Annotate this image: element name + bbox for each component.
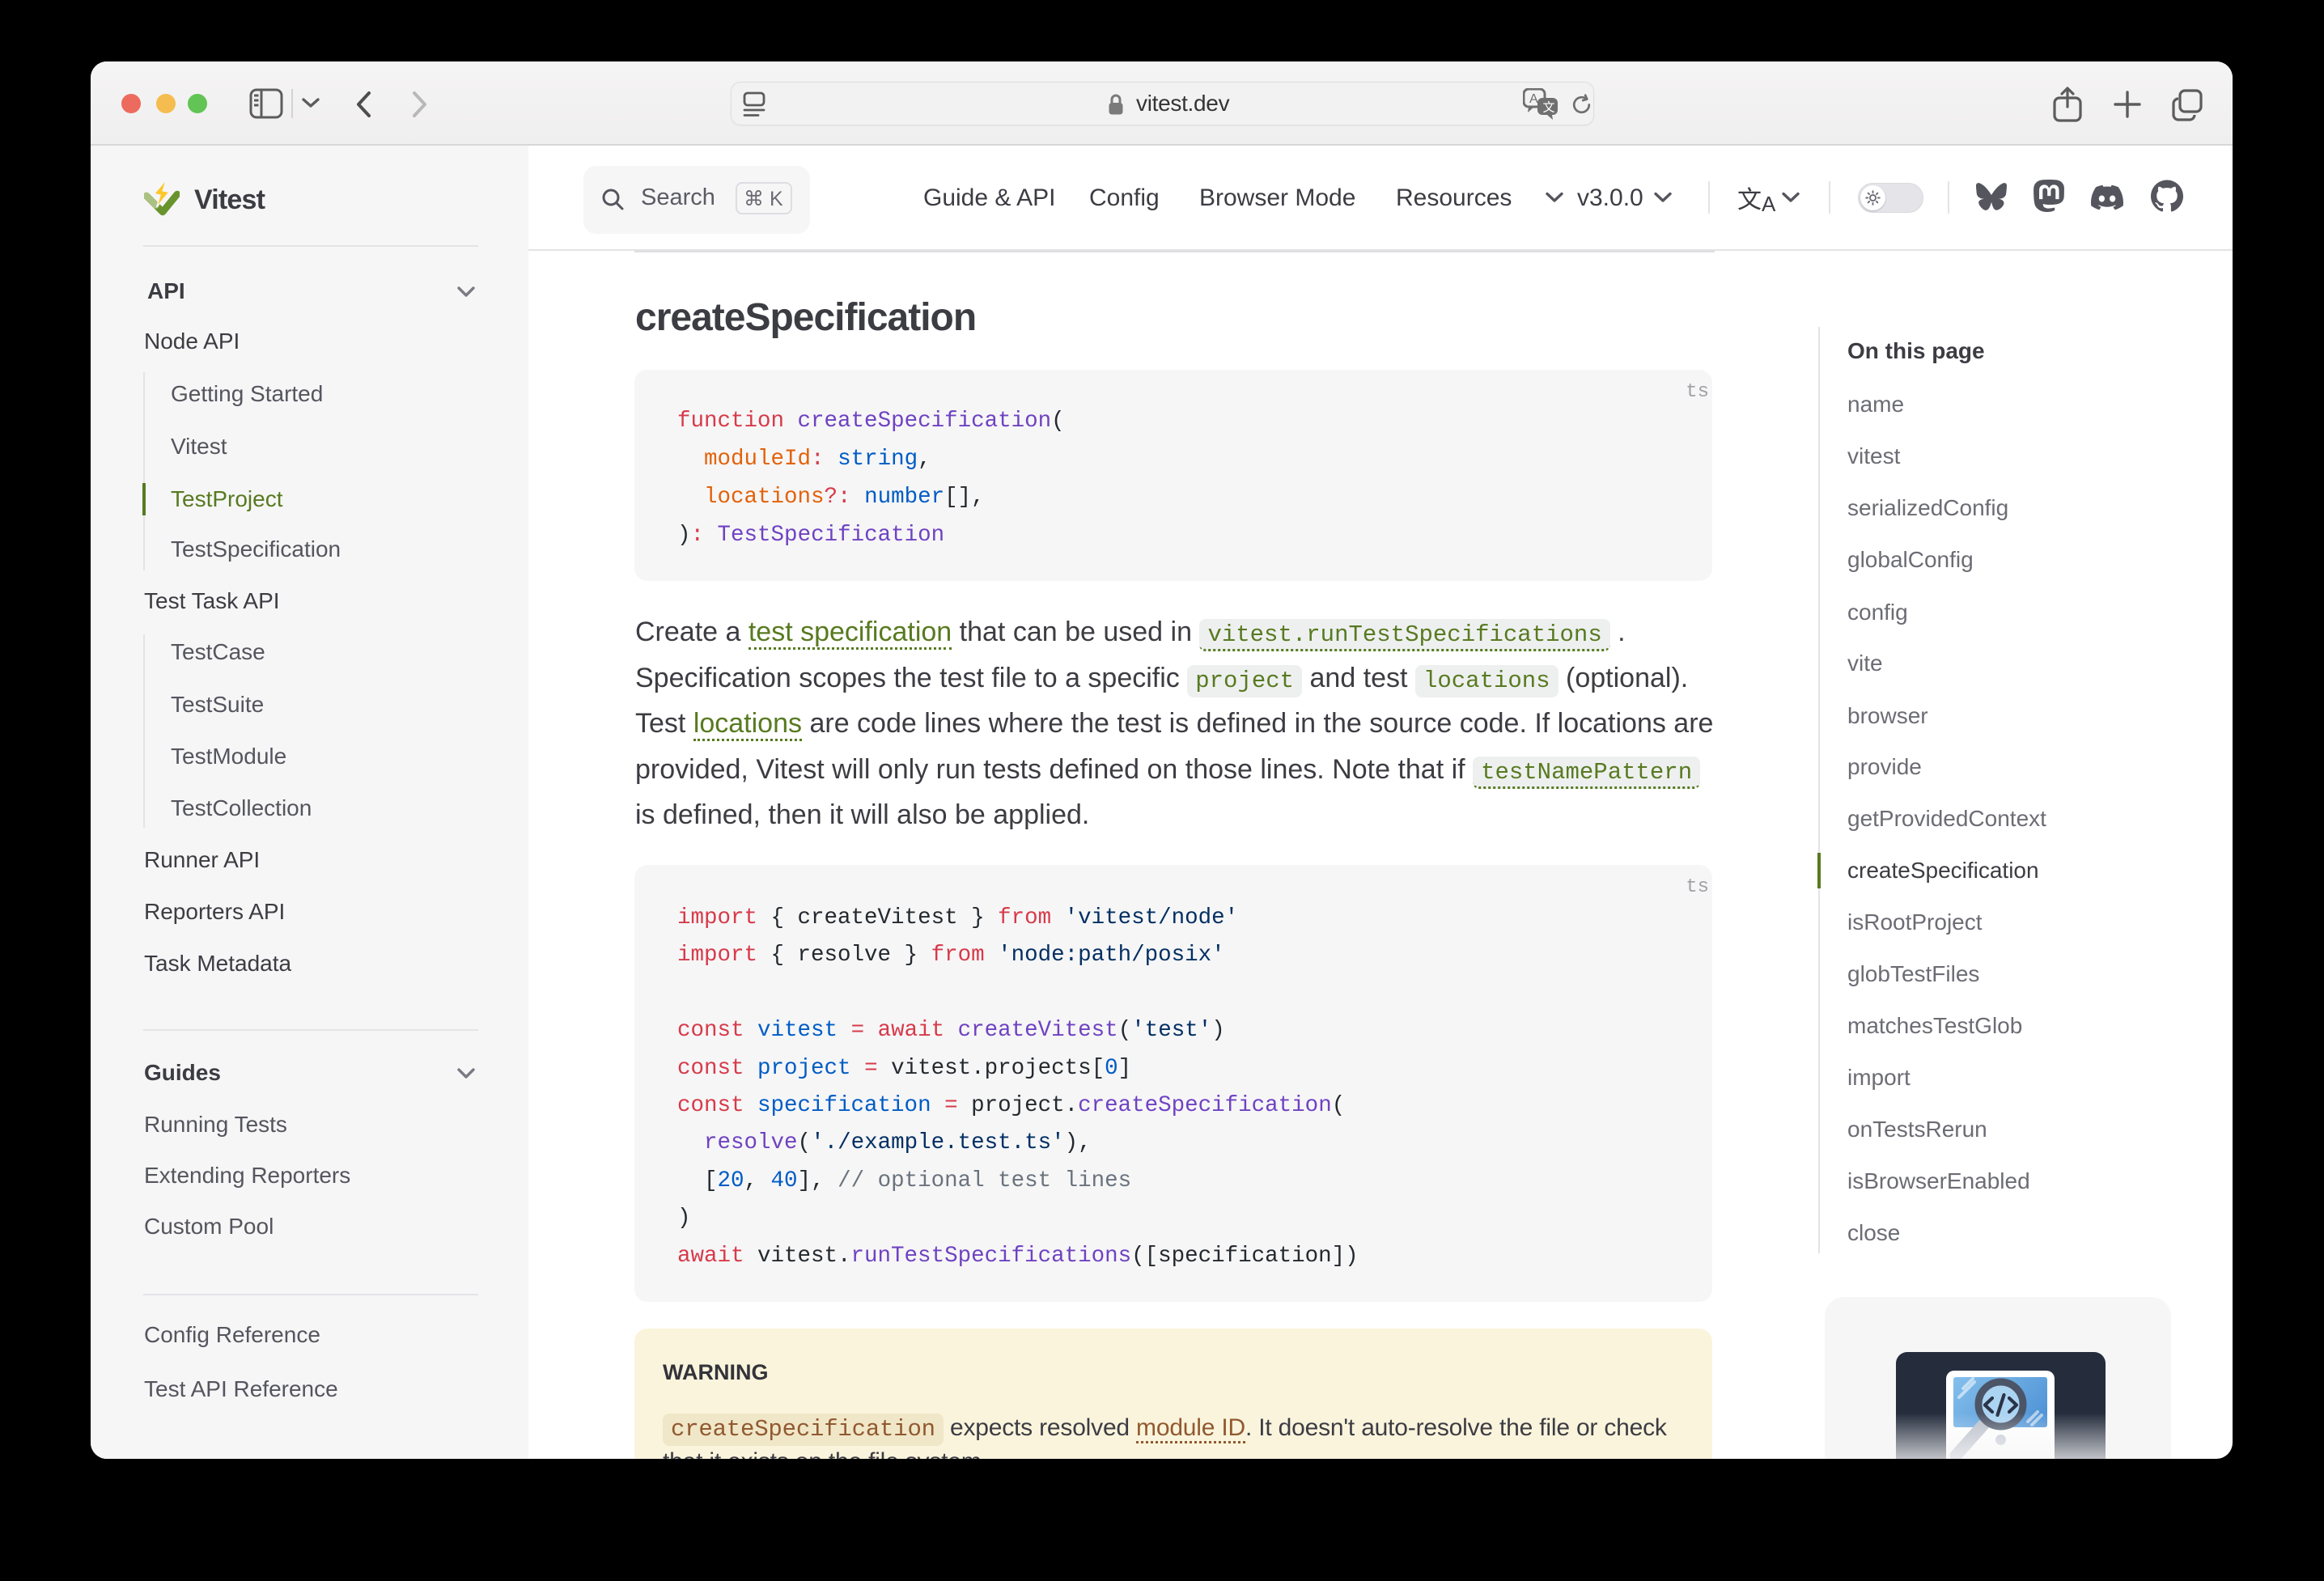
svg-text:A: A [1529,92,1538,106]
svg-text:文: 文 [1543,101,1555,115]
